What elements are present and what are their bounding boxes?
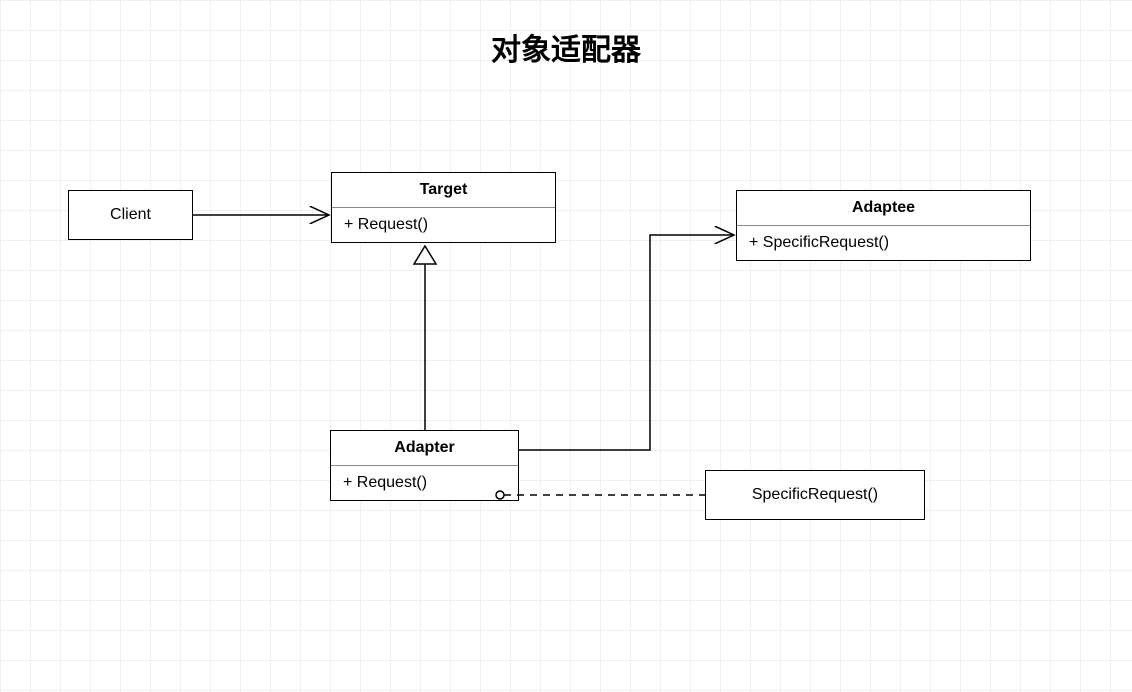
adapter-method: + Request() bbox=[331, 466, 518, 500]
adaptee-name: Adaptee bbox=[737, 191, 1030, 226]
note-label: SpecificRequest() bbox=[752, 486, 878, 504]
adapter-class: Adapter + Request() bbox=[330, 430, 519, 501]
target-name: Target bbox=[332, 173, 555, 208]
client-label: Client bbox=[110, 206, 151, 224]
note-box: SpecificRequest() bbox=[705, 470, 925, 520]
client-box: Client bbox=[68, 190, 193, 240]
connectors bbox=[0, 0, 1132, 692]
target-method: + Request() bbox=[332, 208, 555, 242]
adaptee-class: Adaptee + SpecificRequest() bbox=[736, 190, 1031, 261]
diagram-title: 对象适配器 bbox=[0, 25, 1132, 69]
target-class: Target + Request() bbox=[331, 172, 556, 243]
adaptee-method: + SpecificRequest() bbox=[737, 226, 1030, 260]
adapter-name: Adapter bbox=[331, 431, 518, 466]
